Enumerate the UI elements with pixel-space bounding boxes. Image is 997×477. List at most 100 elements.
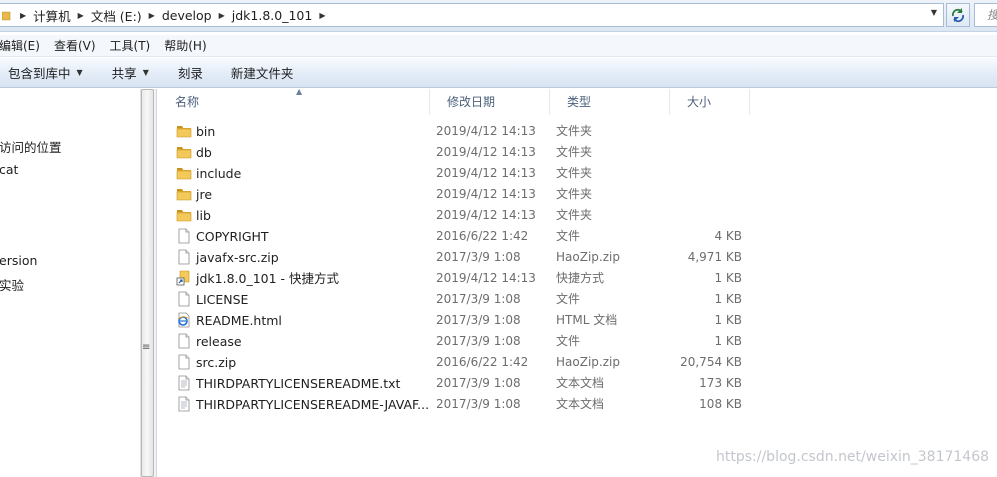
column-header-size[interactable]: 大小 <box>670 89 750 115</box>
nav-item-cat[interactable]: cat <box>0 162 18 177</box>
file-row[interactable]: COPYRIGHT 2016/6/22 1:42 文件 4 KB <box>158 226 997 247</box>
file-row[interactable]: include 2019/4/12 14:13 文件夹 <box>158 163 997 184</box>
file-list: bin 2019/4/12 14:13 文件夹 db 2019/4/12 14:13 文件… <box>158 121 997 415</box>
file-modified-date: 2017/3/9 1:08 <box>436 376 521 390</box>
file-name: include <box>196 166 242 181</box>
file-modified-date: 2019/4/12 14:13 <box>436 124 536 138</box>
file-size <box>658 142 742 163</box>
file-name: release <box>196 334 242 349</box>
file-type: 文件夹 <box>556 145 593 159</box>
file-type: 文件夹 <box>556 208 593 222</box>
breadcrumb-separator-icon[interactable]: ▶ <box>146 11 158 20</box>
file-name: javafx-src.zip <box>196 250 279 265</box>
file-name: jre <box>196 187 213 202</box>
column-header-date[interactable]: 修改日期 <box>430 89 550 115</box>
burn-button[interactable]: 刻录 <box>160 63 214 82</box>
folder-icon <box>176 144 192 160</box>
text-file-icon <box>176 375 192 391</box>
file-modified-date: 2019/4/12 14:13 <box>436 187 536 201</box>
file-size: 4,971 KB <box>687 250 742 264</box>
new-folder-button[interactable]: 新建文件夹 <box>214 63 305 82</box>
file-type: 文件夹 <box>556 187 593 201</box>
file-modified-date: 2019/4/12 14:13 <box>436 166 536 180</box>
file-row[interactable]: THIRDPARTYLICENSEREADME-JAVAF... 2017/3/9… <box>158 394 997 415</box>
column-header-name[interactable]: 名称 <box>158 89 430 115</box>
breadcrumb[interactable]: ▶ 计算机 ▶ 文档 (E:) ▶ develop ▶ jdk1.8.0_101… <box>0 3 944 27</box>
nav-item-recent-places[interactable]: 访问的位置 <box>0 137 62 156</box>
nav-item-version[interactable]: ersion <box>0 253 37 268</box>
folder-icon <box>176 165 192 181</box>
nav-item-experiment[interactable]: 实验 <box>0 275 24 294</box>
file-row[interactable]: jdk1.8.0_101 - 快捷方式 2019/4/12 14:13 快捷方式 1 … <box>158 268 997 289</box>
refresh-button[interactable] <box>946 3 970 27</box>
file-row[interactable]: bin 2019/4/12 14:13 文件夹 <box>158 121 997 142</box>
address-dropdown-icon[interactable]: ▼ <box>925 3 943 21</box>
file-type: HaoZip.zip <box>556 355 620 369</box>
file-size: 1 KB <box>714 313 742 327</box>
breadcrumb-separator-icon[interactable]: ▶ <box>316 11 328 20</box>
file-modified-date: 2017/3/9 1:08 <box>436 397 521 411</box>
file-icon <box>176 291 192 307</box>
breadcrumb-separator-icon[interactable]: ▶ <box>17 11 29 20</box>
file-type: 快捷方式 <box>556 271 605 285</box>
file-modified-date: 2017/3/9 1:08 <box>436 250 521 264</box>
breadcrumb-separator-icon[interactable]: ▶ <box>75 11 87 20</box>
file-type: 文本文档 <box>556 397 605 411</box>
file-size <box>658 163 742 184</box>
menu-edit[interactable]: 编辑(E) <box>0 37 47 54</box>
column-header-type[interactable]: 类型 <box>550 89 670 115</box>
share-label: 共享 <box>111 66 137 81</box>
include-in-library-button[interactable]: 包含到库中 ▼ <box>0 63 94 82</box>
file-modified-date: 2019/4/12 14:13 <box>436 208 536 222</box>
nav-scrollbar-thumb[interactable] <box>141 89 154 477</box>
folder-icon <box>176 207 192 223</box>
menu-help[interactable]: 帮助(H) <box>157 37 213 54</box>
file-size <box>658 205 742 226</box>
menu-view[interactable]: 查看(V) <box>47 37 103 54</box>
file-type: 文件 <box>556 334 581 348</box>
file-icon <box>176 228 192 244</box>
explorer-window: ▶ 计算机 ▶ 文档 (E:) ▶ develop ▶ jdk1.8.0_101… <box>0 0 997 477</box>
file-type: 文件 <box>556 292 581 306</box>
file-row[interactable]: db 2019/4/12 14:13 文件夹 <box>158 142 997 163</box>
menu-tools[interactable]: 工具(T) <box>103 37 158 54</box>
file-type: 文件夹 <box>556 124 593 138</box>
breadcrumb-item-computer[interactable]: 计算机 <box>29 6 75 25</box>
navigation-pane: 访问的位置 cat ersion 实验 <box>0 89 140 477</box>
file-modified-date: 2017/3/9 1:08 <box>436 292 521 306</box>
scroll-grip-icon: ≡ <box>142 342 151 353</box>
file-name: COPYRIGHT <box>196 229 269 244</box>
file-row[interactable]: release 2017/3/9 1:08 文件 1 KB <box>158 331 997 352</box>
breadcrumb-item-develop[interactable]: develop <box>158 8 216 23</box>
file-row[interactable]: LICENSE 2017/3/9 1:08 文件 1 KB <box>158 289 997 310</box>
folder-icon <box>2 11 11 21</box>
file-modified-date: 2016/6/22 1:42 <box>436 355 529 369</box>
file-name: THIRDPARTYLICENSEREADME-JAVAF... <box>196 397 430 412</box>
breadcrumb-item-drive[interactable]: 文档 (E:) <box>87 6 146 25</box>
address-bar: ▶ 计算机 ▶ 文档 (E:) ▶ develop ▶ jdk1.8.0_101… <box>0 0 997 32</box>
file-row[interactable]: jre 2019/4/12 14:13 文件夹 <box>158 184 997 205</box>
file-name: bin <box>196 124 216 139</box>
file-type: 文本文档 <box>556 376 605 390</box>
file-row[interactable]: THIRDPARTYLICENSEREADME.txt 2017/3/9 1:08… <box>158 373 997 394</box>
breadcrumb-separator-icon[interactable]: ▶ <box>216 11 228 20</box>
file-row[interactable]: src.zip 2016/6/22 1:42 HaoZip.zip 20,754 KB <box>158 352 997 373</box>
search-input[interactable]: 搜 <box>974 3 997 27</box>
file-modified-date: 2017/3/9 1:08 <box>436 313 521 327</box>
file-modified-date: 2017/3/9 1:08 <box>436 334 521 348</box>
pane-divider[interactable] <box>156 89 157 477</box>
file-row[interactable]: javafx-src.zip 2017/3/9 1:08 HaoZip.zip 4,9… <box>158 247 997 268</box>
file-row[interactable]: README.html 2017/3/9 1:08 HTML 文档 1 KB <box>158 310 997 331</box>
file-type: HaoZip.zip <box>556 250 620 264</box>
share-button[interactable]: 共享 ▼ <box>94 63 160 82</box>
ie-icon <box>176 312 192 328</box>
folder-icon <box>176 123 192 139</box>
file-row[interactable]: lib 2019/4/12 14:13 文件夹 <box>158 205 997 226</box>
file-size: 108 KB <box>699 397 742 411</box>
file-type: 文件 <box>556 229 581 243</box>
file-name: THIRDPARTYLICENSEREADME.txt <box>196 376 401 391</box>
file-size <box>658 184 742 205</box>
file-size: 20,754 KB <box>680 355 742 369</box>
file-size <box>658 121 742 142</box>
breadcrumb-item-jdk[interactable]: jdk1.8.0_101 <box>228 8 317 23</box>
